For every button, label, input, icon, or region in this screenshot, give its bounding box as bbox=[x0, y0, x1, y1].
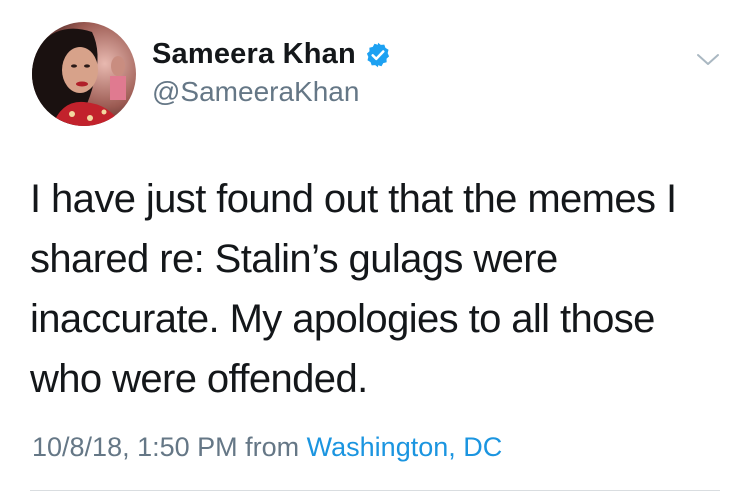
from-label: from bbox=[245, 432, 300, 462]
name-row: Sameera Khan bbox=[152, 38, 392, 71]
location-link[interactable]: Washington, DC bbox=[307, 432, 503, 462]
timestamp[interactable]: 10/8/18, 1:50 PM bbox=[32, 432, 238, 462]
divider bbox=[30, 490, 720, 491]
tweet-meta: 10/8/18, 1:50 PM from Washington, DC bbox=[32, 432, 502, 463]
tweet-card: Sameera Khan @SameeraKhan I have just fo… bbox=[0, 0, 750, 494]
avatar[interactable] bbox=[32, 22, 136, 126]
chevron-down-icon[interactable] bbox=[693, 44, 723, 74]
user-handle[interactable]: @SameeraKhan bbox=[152, 76, 359, 108]
profile-photo-icon bbox=[32, 22, 136, 126]
tweet-text: I have just found out that the memes I s… bbox=[30, 177, 677, 401]
verified-badge-icon bbox=[364, 41, 392, 69]
display-name[interactable]: Sameera Khan bbox=[152, 38, 356, 71]
